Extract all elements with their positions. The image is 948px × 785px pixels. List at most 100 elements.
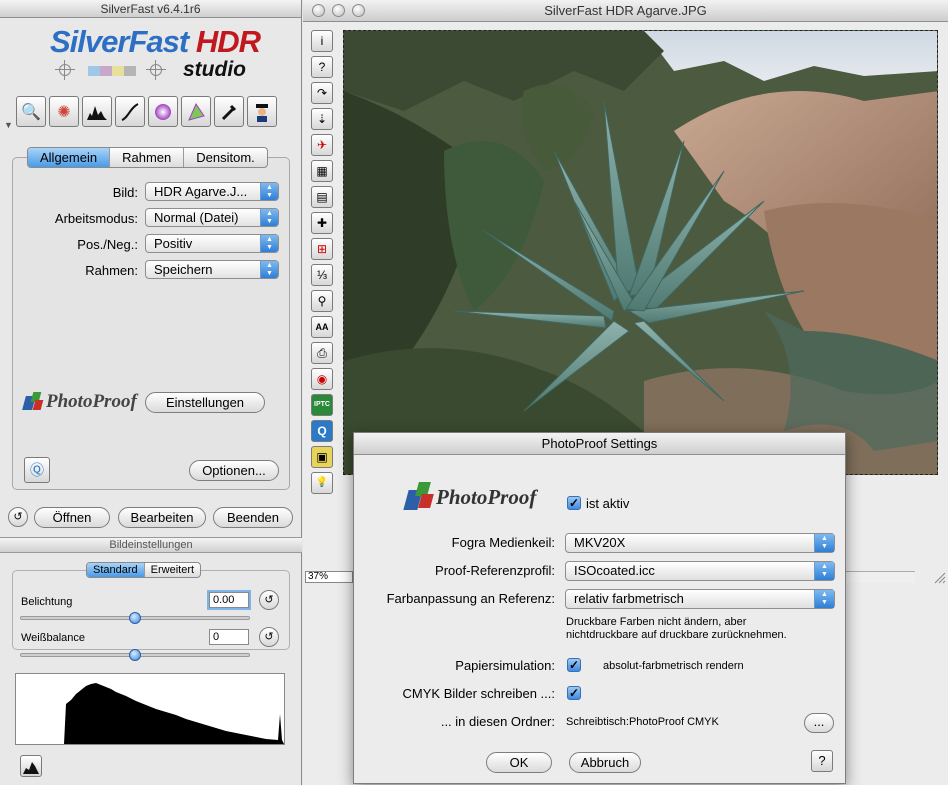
photoproof-logo-text: PhotoProof xyxy=(46,391,137,412)
arbeitsmodus-label: Arbeitsmodus: xyxy=(54,211,138,226)
quicktime-icon[interactable]: Q xyxy=(311,420,333,442)
info-icon[interactable]: i xyxy=(311,30,333,52)
airplane-icon[interactable]: ✈ xyxy=(311,134,333,156)
pos-neg-select[interactable]: Positiv ▲ ▼ xyxy=(145,234,279,253)
segment-erweitert[interactable]: Erweitert xyxy=(145,563,200,577)
flip-icon[interactable]: ⇣ xyxy=(311,108,333,130)
gamut-triangle-icon[interactable] xyxy=(181,96,211,127)
popup-arrows-icon: ▲ ▼ xyxy=(260,261,278,278)
disclosure-triangle-icon[interactable]: ▼ xyxy=(4,120,13,130)
color-bar-icon xyxy=(88,66,136,76)
arbeitsmodus-select[interactable]: Normal (Datei) ▲ ▼ xyxy=(145,208,279,227)
histogram-toggle-icon[interactable] xyxy=(20,755,42,777)
rahmen-label: Rahmen: xyxy=(85,263,138,278)
text-compare-icon[interactable]: AA xyxy=(311,316,333,338)
help-icon[interactable]: ? xyxy=(311,56,333,78)
stamp-icon[interactable]: ⚲ xyxy=(311,290,333,312)
photoproof-logo: PhotoProof xyxy=(22,390,137,414)
expert-icon[interactable] xyxy=(247,96,277,127)
edit-button[interactable]: Bearbeiten xyxy=(118,507,206,528)
histogram-icon[interactable] xyxy=(82,96,112,127)
popup-arrows-icon: ▲ ▼ xyxy=(814,534,834,552)
silverfast-control-window: SilverFast v6.4.1r6 SilverFast HDR studi… xyxy=(0,0,302,785)
tool-row: 🔍 ✺ xyxy=(16,96,277,127)
zoom-window-icon[interactable] xyxy=(352,4,365,17)
weissbalance-field[interactable]: 0 xyxy=(209,629,249,645)
add-frame-icon[interactable]: ✚ xyxy=(311,212,333,234)
ok-button[interactable]: OK xyxy=(486,752,552,773)
red-eye-icon[interactable]: ◉ xyxy=(311,368,333,390)
quicktime-icon[interactable]: Ⓠ xyxy=(24,457,50,483)
tab-densitom[interactable]: Densitom. xyxy=(184,148,267,167)
image-side-toolbar: i ? ↷ ⇣ ✈ ▦ ▤ ✚ ⊞ ⅓ ⚲ AA ⎙ ◉ IPTC Q ▣ 💡 xyxy=(311,30,333,498)
logo-brand: SilverFast xyxy=(50,24,189,59)
selective-color-icon[interactable] xyxy=(148,96,178,127)
print-icon[interactable]: ⎙ xyxy=(311,342,333,364)
reset-icon[interactable]: ↺ xyxy=(8,507,28,527)
belichtung-label: Belichtung xyxy=(21,596,73,608)
ordner-label: ... in diesen Ordner: xyxy=(440,714,555,729)
belichtung-field[interactable]: 0.00 xyxy=(207,590,251,610)
optionen-button[interactable]: Optionen... xyxy=(189,460,279,481)
farbanpassung-select[interactable]: relativ farbmetrisch ▲ ▼ xyxy=(565,589,835,609)
ratio-icon[interactable]: ⅓ xyxy=(311,264,333,286)
weissbalance-reset-icon[interactable]: ↺ xyxy=(259,627,279,647)
frame-icon[interactable]: ▣ xyxy=(311,446,333,468)
sharpen-icon[interactable]: ▤ xyxy=(311,186,333,208)
pos-neg-label: Pos./Neg.: xyxy=(77,237,138,252)
einstellungen-button[interactable]: Einstellungen xyxy=(145,392,265,413)
magnifier-icon[interactable]: 🔍 xyxy=(16,96,46,127)
cmyk-schreiben-checkbox[interactable]: ✓ xyxy=(567,686,581,700)
tab-rahmen[interactable]: Rahmen xyxy=(110,148,185,167)
image-preview[interactable] xyxy=(343,30,938,475)
belichtung-reset-icon[interactable]: ↺ xyxy=(259,590,279,610)
bildeinstellungen-segments: Standard Erweitert xyxy=(86,562,202,578)
iptc-icon[interactable]: IPTC xyxy=(311,394,333,416)
cmyk-schreiben-label: CMYK Bilder schreiben ...: xyxy=(402,686,555,701)
bildeinstellungen-titlebar[interactable]: Bildeinstellungen xyxy=(0,537,302,553)
segment-standard[interactable]: Standard xyxy=(87,563,145,577)
ist-aktiv-label: ist aktiv xyxy=(586,496,630,511)
popup-arrows-icon: ▲ ▼ xyxy=(260,183,278,200)
papiersimulation-note: absolut-farbmetrisch rendern xyxy=(603,660,744,672)
delete-frame-icon[interactable]: ⊞ xyxy=(311,238,333,260)
dialog-help-button[interactable]: ? xyxy=(811,750,833,772)
close-window-icon[interactable] xyxy=(312,4,325,17)
image-window-titlebar[interactable]: SilverFast HDR Agarve.JPG xyxy=(303,0,948,22)
ist-aktiv-checkbox[interactable]: ✓ xyxy=(567,496,581,510)
open-button[interactable]: Öffnen xyxy=(34,507,110,528)
proof-referenzprofil-select[interactable]: ISOcoated.icc ▲ ▼ xyxy=(565,561,835,581)
weissbalance-slider-thumb[interactable] xyxy=(129,649,141,661)
quit-button[interactable]: Beenden xyxy=(213,507,293,528)
control-window-titlebar[interactable]: SilverFast v6.4.1r6 xyxy=(0,0,301,18)
gradation-curve-icon[interactable] xyxy=(115,96,145,127)
bild-select[interactable]: HDR Agarve.J... ▲ ▼ xyxy=(145,182,279,201)
grain-icon[interactable]: ▦ xyxy=(311,160,333,182)
farbanpassung-note-2: nichtdruckbare auf druckbare zurücknehme… xyxy=(566,629,787,641)
rahmen-select[interactable]: Speichern ▲ ▼ xyxy=(145,260,279,279)
ordner-path: Schreibtisch:PhotoProof CMYK xyxy=(566,716,719,728)
eyedropper-icon[interactable] xyxy=(214,96,244,127)
fogra-select[interactable]: MKV20X ▲ ▼ xyxy=(565,533,835,553)
light-bulb-icon[interactable]: 💡 xyxy=(311,472,333,494)
fogra-label: Fogra Medienkeil: xyxy=(451,535,555,550)
browse-folder-button[interactable]: ... xyxy=(804,713,834,733)
rotate-icon[interactable]: ↷ xyxy=(311,82,333,104)
logo-product: HDR xyxy=(195,24,261,59)
belichtung-slider-thumb[interactable] xyxy=(129,612,141,624)
abbruch-button[interactable]: Abbruch xyxy=(569,752,641,773)
dialog-photoproof-text: PhotoProof xyxy=(436,484,537,509)
farbanpassung-label: Farbanpassung an Referenz: xyxy=(386,591,555,606)
dialog-titlebar[interactable]: PhotoProof Settings xyxy=(354,433,845,455)
histogram-graph xyxy=(16,683,284,744)
minimize-window-icon[interactable] xyxy=(332,4,345,17)
general-settings-group xyxy=(12,157,290,490)
photoproof-mark-icon xyxy=(402,480,436,514)
zoom-level-field[interactable]: 37% xyxy=(305,571,353,583)
dialog-photoproof-logo: PhotoProof xyxy=(402,480,536,514)
proof-referenzprofil-label: Proof-Referenzprofil: xyxy=(435,563,555,578)
papiersimulation-checkbox[interactable]: ✓ xyxy=(567,658,581,672)
tab-allgemein[interactable]: Allgemein xyxy=(28,148,111,167)
color-wheel-icon[interactable]: ✺ xyxy=(49,96,79,127)
resize-grip-icon[interactable] xyxy=(932,570,946,584)
